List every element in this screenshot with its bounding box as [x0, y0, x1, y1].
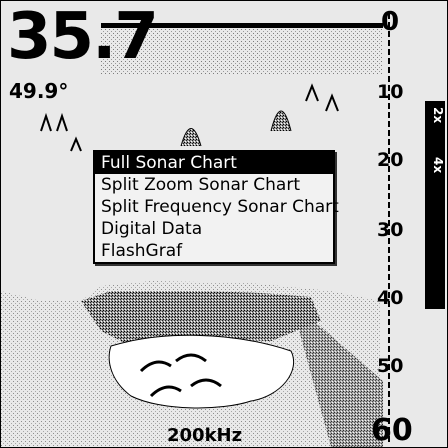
depth-tick-10: 10 [377, 81, 404, 103]
depth-tick-30: 30 [377, 219, 404, 241]
frequency-label: 200kHz [167, 425, 243, 446]
menu-item-split-zoom-sonar-chart[interactable]: Split Zoom Sonar Chart [95, 174, 333, 196]
zoom-bar[interactable]: 2x 4x [425, 101, 445, 309]
page-menu: Full Sonar Chart Split Zoom Sonar Chart … [93, 150, 339, 264]
menu-item-split-frequency-sonar-chart[interactable]: Split Frequency Sonar Chart [95, 196, 339, 218]
depth-tick-60: 60 [371, 413, 413, 448]
depth-readout: 35.7 [7, 0, 159, 74]
menu-item-digital-data[interactable]: Digital Data [95, 218, 333, 240]
depth-tick-0: 0 [381, 7, 400, 37]
zoom-2x-label: 2x [431, 107, 445, 124]
menu-item-flashgraf[interactable]: FlashGraf [95, 240, 333, 262]
depth-tick-40: 40 [377, 287, 404, 309]
depth-tick-50: 50 [377, 355, 404, 377]
menu-item-full-sonar-chart[interactable]: Full Sonar Chart [95, 152, 333, 174]
zoom-4x-label: 4x [431, 157, 445, 174]
temperature-readout: 49.9° [9, 79, 69, 103]
depth-tick-20: 20 [377, 149, 404, 171]
sonar-screen: 35.7 49.9° 0 10 20 30 40 50 60 2x 4x 200… [0, 0, 448, 448]
